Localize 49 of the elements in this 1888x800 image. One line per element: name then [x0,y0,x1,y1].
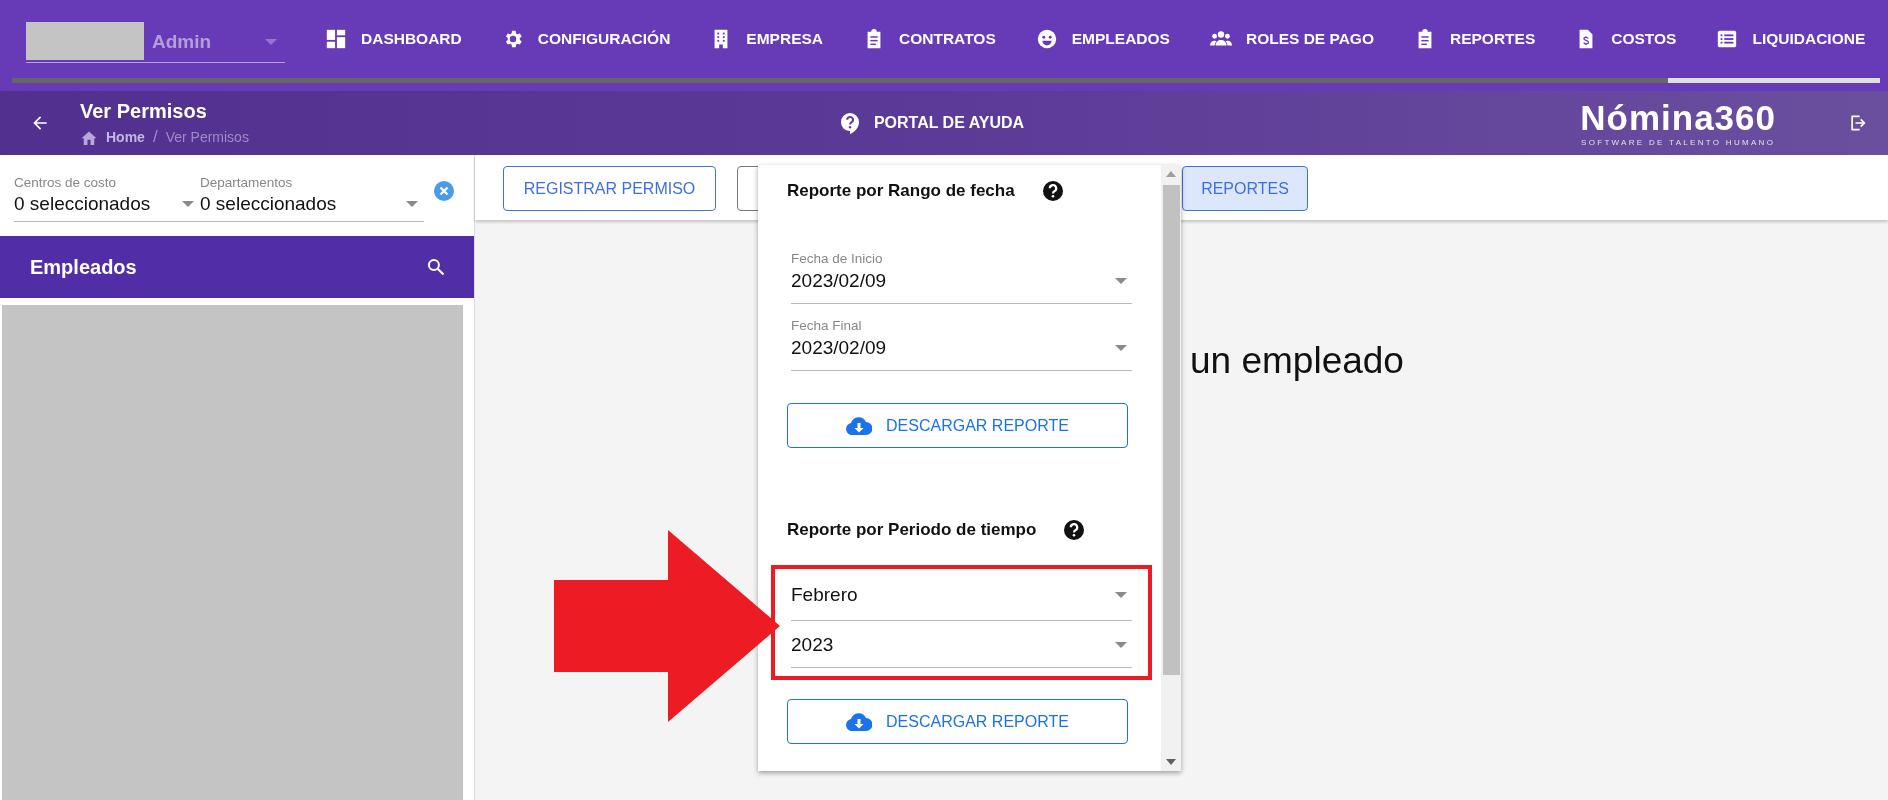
caret-icon [182,200,194,207]
breadcrumb-link[interactable]: Home [106,128,145,145]
caret-icon [265,38,277,45]
nav-menu-item[interactable]: DASHBOARD [325,28,462,50]
account-name: Admin [152,30,212,53]
caret-icon [1115,278,1127,284]
list-icon [1716,28,1739,50]
dropdown-field[interactable]: Fecha de Inicio 2023/02/09 [791,251,1132,304]
nav-menu-item[interactable]: CONFIGURACIÓN [501,28,671,50]
placeholder-message: un empleado [1190,340,1405,382]
nav-menu-item[interactable]: LIQUIDACIONE [1716,28,1866,50]
dropdown-field[interactable]: Fecha Final 2023/02/09 [791,318,1132,371]
nav-menu-item[interactable]: ROLES DE PAGO [1209,28,1374,50]
caret-icon [1115,345,1127,351]
nav-menu-item[interactable]: EMPLEADOS [1035,28,1170,50]
toolbar-button[interactable]: REGISTRAR PERMISO [503,166,716,211]
caret-icon [1115,642,1127,648]
logout-icon [1848,113,1868,133]
help-portal-link[interactable]: PORTAL DE AYUDA [839,112,1025,134]
dashboard-icon [325,28,347,50]
toolbar-button[interactable]: REPORTES [1182,166,1308,211]
help-icon [1063,519,1086,541]
caret-icon [1115,592,1127,598]
cloud-download-icon [846,416,873,435]
nav-menu-item[interactable]: EMPRESA [710,28,823,50]
section-title: Reporte por Periodo de tiempo [787,520,1037,540]
search-icon [426,257,446,277]
filter-select[interactable]: Centros de costo 0 seleccionados [14,174,200,215]
logo-tagline: SOFTWARE DE TALENTO HUMANO [1581,137,1776,147]
help-icon [839,112,860,134]
page-title: Ver Permisos [80,99,208,123]
section-title: Reporte por Rango de fecha [787,181,1015,201]
face-icon [1035,28,1058,50]
download-report-button[interactable]: DESCARGAR REPORTE [787,403,1128,448]
filter-select[interactable]: Departamentos 0 seleccionados [200,174,424,215]
clear-icon [434,181,454,201]
cloud-download-icon [846,712,873,731]
breadcrumb-current: Ver Permisos [165,128,249,145]
help-icon [1041,180,1064,202]
nav-menu-item[interactable]: COSTOS [1575,28,1677,50]
dropdown-field[interactable]: Febrero [791,569,1132,621]
breadcrumb-separator: / [152,126,158,147]
caret-icon [406,200,418,207]
logo-wordmark: Nómina360 [1580,99,1776,135]
employees-title: Empleados [30,255,137,279]
nav-menu-item[interactable]: CONTRATOS [863,28,996,50]
download-report-button[interactable]: DESCARGAR REPORTE [787,699,1128,744]
nav-menu-item[interactable]: REPORTES [1414,28,1536,50]
dropdown-field[interactable]: 2023 [791,621,1132,668]
